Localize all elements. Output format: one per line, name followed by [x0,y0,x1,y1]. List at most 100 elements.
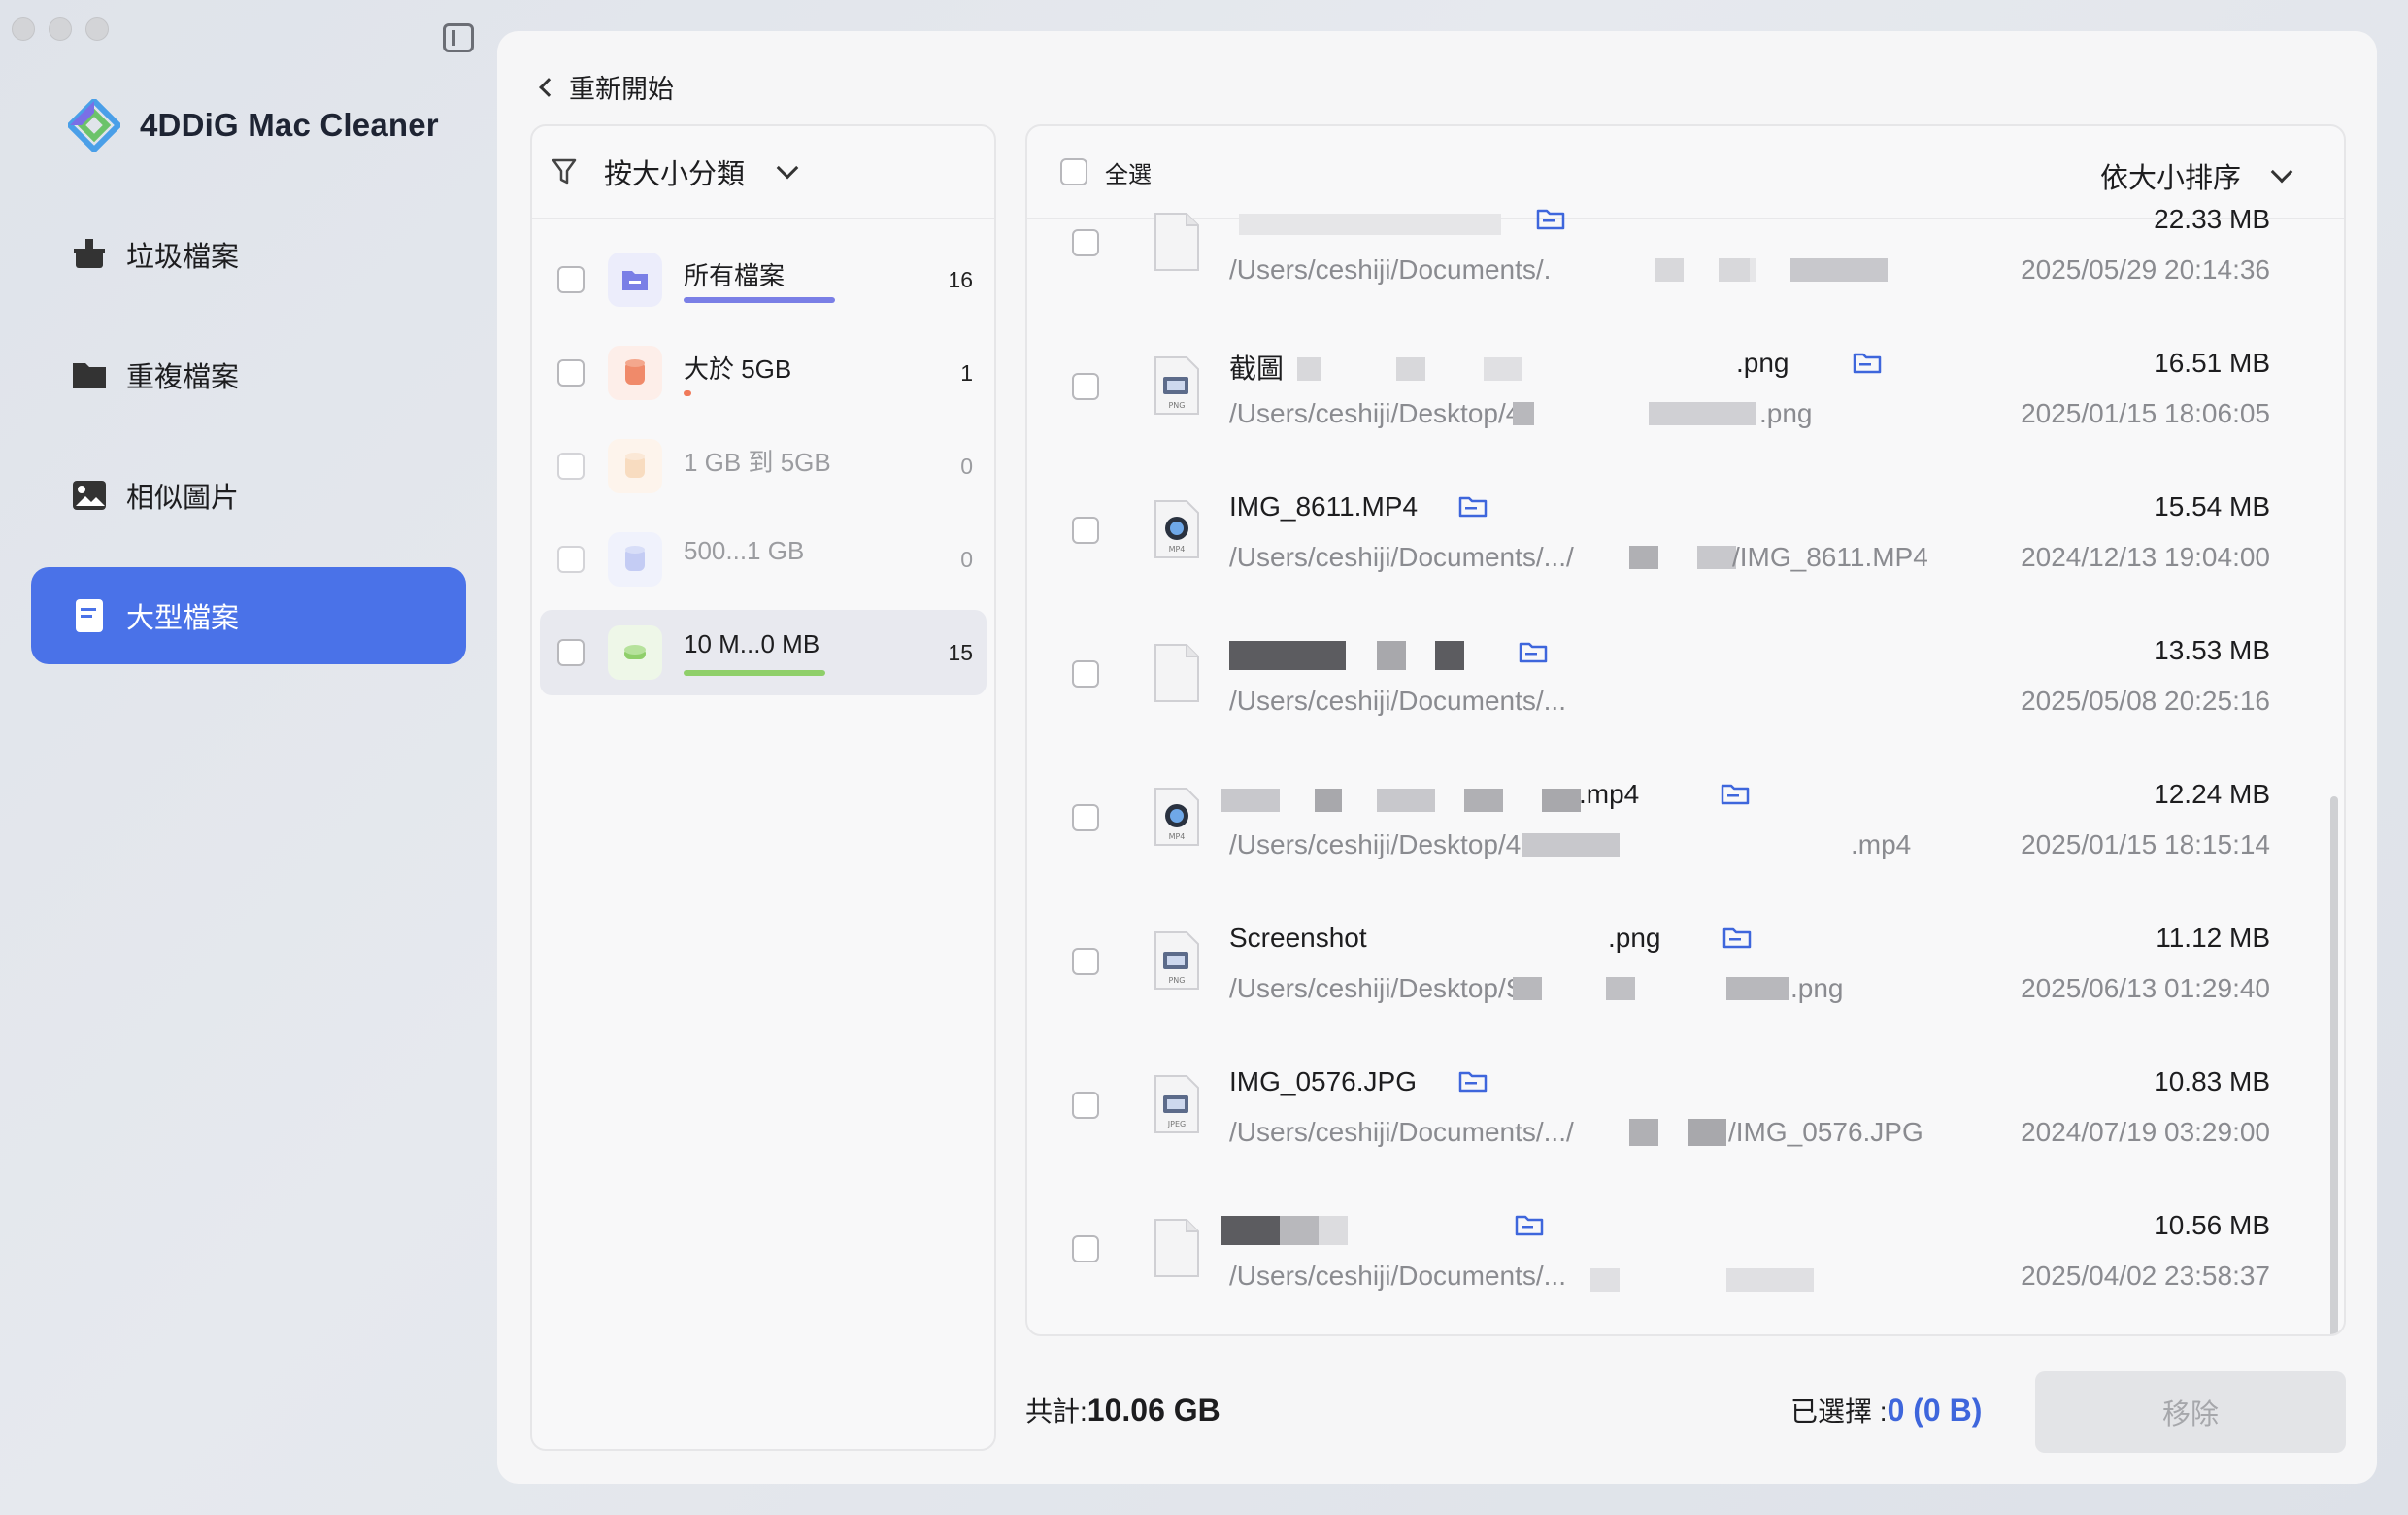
redacted-path [1790,258,1888,282]
category-size-bar [684,297,835,303]
category-label: 10 M...0 MB [684,629,820,658]
category-checkbox[interactable] [557,546,585,573]
file-path-suffix: /IMG_0576.JPG [1728,1117,1923,1147]
file-checkbox[interactable] [1072,373,1099,400]
open-folder-icon[interactable] [1515,1214,1544,1237]
open-folder-icon[interactable] [1721,783,1750,806]
redacted-path [1629,1119,1658,1146]
png-file-icon: PNG [1154,931,1199,990]
category-10mb-500mb[interactable]: 10 M...0 MB 15 [540,610,987,695]
redacted-path [1629,546,1658,569]
file-row[interactable]: JPEG IMG_0576.JPG /Users/ceshiji/Documen… [1027,1066,2344,1210]
close-window-button[interactable] [12,17,35,41]
file-checkbox[interactable] [1072,948,1099,975]
file-row[interactable]: PNG 截圖 .png /Users/ceshiji/Desktop/4 .pn… [1027,348,2344,491]
database-icon [608,346,662,400]
chevron-down-icon [776,156,799,180]
file-name: Screenshot [1229,923,1367,953]
file-date: 2025/01/15 18:15:14 [2021,829,2270,859]
svg-text:PNG: PNG [1168,976,1185,985]
category-count: 16 [948,266,973,292]
total-size: 共計:10.06 GB [1025,1391,1221,1430]
brand: 4DDiG Mac Cleaner [68,99,439,152]
redacted-name [1319,1216,1348,1245]
file-checkbox[interactable] [1072,1092,1099,1119]
file-row[interactable]: /Users/ceshiji/Documents/... 13.53 MB 20… [1027,635,2344,779]
sidebar-nav: 垃圾檔案 重複檔案 相似圖片 大型檔案 [31,206,466,688]
total-label: 共計: [1025,1397,1087,1427]
file-path: /Users/ceshiji/Desktop/4 [1229,829,1522,859]
file-name: 截圖 [1229,354,1285,384]
redacted-name [1435,641,1464,670]
file-date: 2025/04/02 23:58:37 [2021,1261,2270,1291]
minimize-window-button[interactable] [49,17,72,41]
file-icon [1154,1219,1199,1277]
category-count: 0 [960,453,973,479]
open-folder-icon[interactable] [1853,352,1882,375]
redacted-name [1221,789,1280,812]
sidebar-item-duplicate-files[interactable]: 重複檔案 [31,326,466,423]
open-folder-icon[interactable] [1458,495,1488,519]
file-icon [1154,644,1199,702]
file-size: 16.51 MB [2154,348,2270,378]
sidebar-item-similar-photos[interactable]: 相似圖片 [31,447,466,544]
category-checkbox[interactable] [557,639,585,666]
size-filter-dropdown[interactable]: 按大小分類 [532,126,994,219]
file-name-suffix: .mp4 [1579,779,1640,809]
select-all-checkbox[interactable] [1060,158,1087,185]
redacted-name [1464,789,1503,812]
sort-dropdown[interactable]: 依大小排序 [2100,155,2293,196]
redacted-name [1377,641,1406,670]
file-checkbox[interactable] [1072,660,1099,688]
category-label: 1 GB 到 5GB [684,448,831,477]
sidebar-item-large-files[interactable]: 大型檔案 [31,567,466,664]
selected-value: 0 (0 B) [1887,1393,1983,1428]
chevron-left-icon [539,77,558,97]
category-checkbox[interactable] [557,359,585,387]
redacted-name [1315,789,1342,812]
size-filter-label: 按大小分類 [604,159,746,190]
remove-button[interactable]: 移除 [2035,1371,2346,1453]
redacted-path [1649,402,1756,425]
sidebar-item-junk-files[interactable]: 垃圾檔案 [31,206,466,303]
category-checkbox[interactable] [557,266,585,293]
file-row[interactable]: MP4 .mp4 /Users/ceshiji/Desktop/4 .mp4 1… [1027,779,2344,923]
category-1gb-5gb[interactable]: 1 GB 到 5GB 0 [540,423,987,509]
file-checkbox[interactable] [1072,1235,1099,1262]
file-checkbox[interactable] [1072,517,1099,544]
open-folder-icon[interactable] [1458,1070,1488,1094]
file-row[interactable]: /Users/ceshiji/Documents/... 10.56 MB 20… [1027,1210,2344,1334]
restart-button[interactable]: 重新開始 [536,68,674,106]
file-checkbox[interactable] [1072,804,1099,831]
open-folder-icon[interactable] [1519,641,1548,664]
svg-text:MP4: MP4 [1169,545,1186,554]
jpeg-file-icon: JPEG [1154,1075,1199,1133]
category-all-files[interactable]: 所有檔案 16 [540,237,987,322]
category-label: 大於 5GB [684,354,792,384]
category-checkbox[interactable] [557,453,585,480]
open-folder-icon[interactable] [1722,926,1752,950]
scrollbar[interactable] [2330,796,2338,1334]
database-icon [608,625,662,680]
zoom-window-button[interactable] [85,17,109,41]
redacted-path [1513,977,1542,1000]
category-over-5gb[interactable]: 大於 5GB 1 [540,330,987,416]
image-icon [70,476,109,515]
open-folder-icon[interactable] [1536,208,1565,231]
file-row[interactable]: MP4 IMG_8611.MP4 /Users/ceshiji/Document… [1027,491,2344,635]
sidebar-item-label: 大型檔案 [126,603,240,634]
file-row[interactable]: PNG Screenshot .png /Users/ceshiji/Deskt… [1027,923,2344,1066]
file-date: 2025/05/29 20:14:36 [2021,254,2270,285]
category-500mb-1gb[interactable]: 500...1 GB 0 [540,517,987,602]
redacted-path [1688,1119,1726,1146]
category-count: 0 [960,546,973,572]
redacted-path [1726,1268,1814,1292]
restart-label: 重新開始 [569,75,674,104]
category-label: 所有檔案 [684,261,786,290]
file-row[interactable]: /Users/ceshiji/Documents/. 22.33 MB 2025… [1027,204,2344,348]
file-checkbox[interactable] [1072,229,1099,256]
sidebar-item-label: 相似圖片 [126,483,240,514]
redacted-name [1484,357,1522,381]
sidebar-toggle-icon[interactable] [443,23,474,52]
redacted-name [1229,641,1346,670]
